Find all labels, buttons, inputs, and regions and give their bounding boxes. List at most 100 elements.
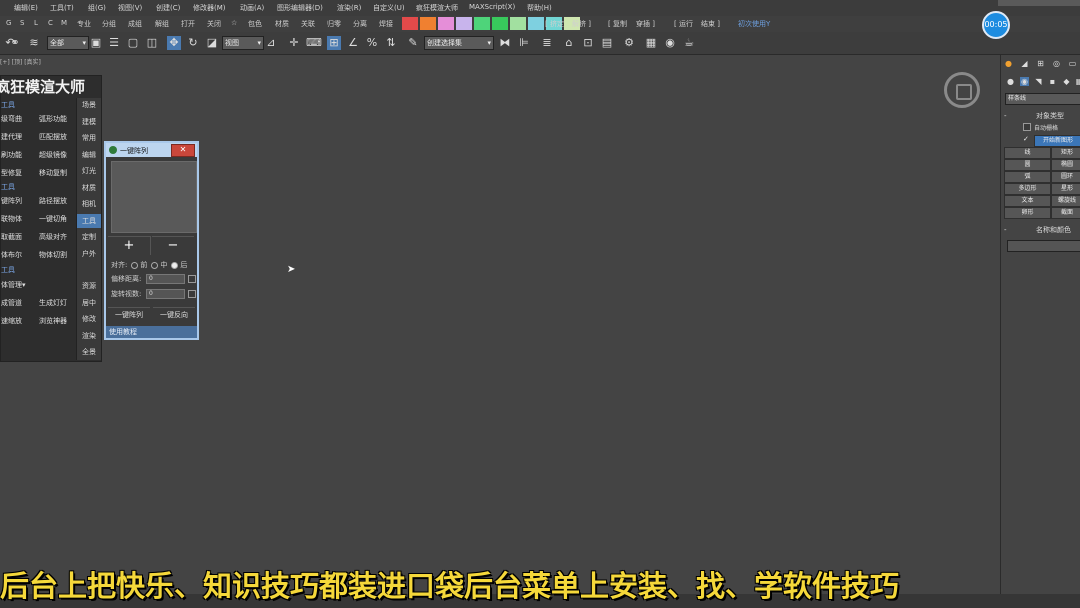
display-tab-icon[interactable]: ▭: [1068, 59, 1077, 68]
modify-tab-icon[interactable]: ◢: [1020, 59, 1029, 68]
plugin-btn-lights[interactable]: 生成灯灯: [39, 298, 67, 308]
percent-snap-icon[interactable]: %: [365, 36, 379, 50]
motion-tab-icon[interactable]: ◎: [1052, 59, 1061, 68]
tb-make-group[interactable]: 成组: [128, 19, 142, 29]
plugin-btn-slice[interactable]: 物体切割: [39, 250, 67, 260]
tb-link[interactable]: 关联: [301, 19, 315, 29]
tab-outdoor[interactable]: 户外: [77, 247, 101, 261]
tb-letter-g[interactable]: G: [6, 19, 11, 27]
tb-end[interactable]: 结束 ]: [701, 19, 720, 29]
shape-btn-text[interactable]: 文本: [1004, 195, 1051, 207]
menu-modifiers[interactable]: 修改器(M): [193, 3, 226, 13]
shape-btn-egg[interactable]: 卵形: [1004, 207, 1051, 219]
tab-scene[interactable]: 场景: [77, 98, 101, 112]
plugin-btn-proxy[interactable]: 建代理: [1, 132, 22, 142]
menu-edit[interactable]: 编辑(E): [14, 3, 38, 13]
color-swatch[interactable]: [438, 17, 454, 30]
color-swatch[interactable]: [474, 17, 490, 30]
tab-material[interactable]: 材质: [77, 181, 101, 195]
tab-render[interactable]: 渲染: [77, 329, 101, 343]
tb-weld[interactable]: 焊接: [379, 19, 393, 29]
geometry-icon[interactable]: ●: [1006, 77, 1015, 86]
plugin-btn-link[interactable]: 联物体: [1, 214, 22, 224]
shape-btn-circle[interactable]: 圆: [1004, 159, 1051, 171]
plugin-btn-array[interactable]: 键阵列: [1, 196, 22, 206]
menu-group[interactable]: 组(G): [88, 3, 106, 13]
shapes-icon[interactable]: ◉: [1020, 77, 1029, 86]
angle-snap-icon[interactable]: ∠: [346, 36, 360, 50]
helpers-icon[interactable]: ◆: [1062, 77, 1071, 86]
close-button[interactable]: ✕: [171, 144, 195, 157]
shape-btn-arc[interactable]: 弧: [1004, 171, 1051, 183]
tab-lights[interactable]: 灯光: [77, 164, 101, 178]
align-front-radio[interactable]: [131, 261, 139, 269]
tb-letter-m[interactable]: M: [61, 19, 67, 27]
tab-modeling[interactable]: 建模: [77, 115, 101, 129]
tb-open[interactable]: 打开: [181, 19, 195, 29]
array-list-box[interactable]: [111, 161, 197, 233]
tb-ungroup[interactable]: 解组: [155, 19, 169, 29]
align-icon[interactable]: ⊫: [517, 36, 531, 50]
tb-material[interactable]: 材质: [275, 19, 289, 29]
plugin-btn-move-copy[interactable]: 移动复制: [39, 168, 67, 178]
tb-interlace[interactable]: 穿插 ]: [636, 19, 655, 29]
lights-icon[interactable]: ◥: [1034, 77, 1043, 86]
start-new-shape-button[interactable]: 开始新图形: [1034, 135, 1080, 147]
manipulate-icon[interactable]: ✛: [287, 36, 301, 50]
plugin-btn-path[interactable]: 路径摆放: [39, 196, 67, 206]
color-swatch[interactable]: [528, 17, 544, 30]
dialog-titlebar[interactable]: 一键阵列 ✕: [106, 143, 197, 157]
spacewarps-icon[interactable]: ▦: [1075, 77, 1080, 86]
plugin-btn-manager[interactable]: 体管理▾: [1, 280, 26, 290]
shape-btn-ngon[interactable]: 多边形: [1004, 183, 1051, 195]
render-setup-icon[interactable]: ⚙: [622, 36, 636, 50]
pivot-icon[interactable]: ⊿: [264, 36, 278, 50]
rect-selection-icon[interactable]: ▢: [126, 36, 140, 50]
tb-pro[interactable]: 专业: [77, 19, 91, 29]
tb-first-use[interactable]: 初次使用Y: [738, 19, 770, 29]
shape-btn-section[interactable]: 截面: [1051, 207, 1080, 219]
plugin-btn-align[interactable]: 高级对齐: [39, 232, 67, 242]
hierarchy-tab-icon[interactable]: ⊞: [1036, 59, 1045, 68]
menu-create[interactable]: 创建(C): [156, 3, 180, 13]
start-new-shape-check[interactable]: ✓: [1023, 135, 1029, 143]
tab-modify[interactable]: 修改: [77, 312, 101, 326]
keyboard-shortcut-icon[interactable]: ⌨: [306, 36, 322, 50]
schematic-view-icon[interactable]: ⊡: [581, 36, 595, 50]
align-middle-radio[interactable]: [151, 261, 159, 269]
color-swatch[interactable]: [402, 17, 418, 30]
tb-close[interactable]: 关闭: [207, 19, 221, 29]
plugin-btn-chamfer[interactable]: 一键切角: [39, 214, 67, 224]
shape-category-dropdown[interactable]: 样条线: [1005, 93, 1080, 105]
plugin-btn-bend[interactable]: 级弯曲: [1, 114, 22, 124]
tb-reset[interactable]: 归零: [327, 19, 341, 29]
tb-letter-l[interactable]: L: [34, 19, 38, 27]
tb-detach[interactable]: 分离: [353, 19, 367, 29]
plugin-btn-match[interactable]: 匹配摆放: [39, 132, 67, 142]
name-color-rollout[interactable]: - 名称和颜色: [1004, 225, 1080, 235]
mirror-icon[interactable]: ⧓: [498, 36, 512, 50]
offset-checkbox[interactable]: [188, 275, 196, 283]
tb-color[interactable]: 包色: [248, 19, 262, 29]
shape-btn-donut[interactable]: 圆环: [1051, 171, 1080, 183]
menu-plugin[interactable]: 疯狂模渲大师: [416, 3, 458, 13]
tab-panorama[interactable]: 全景: [77, 345, 101, 359]
teapot-icon[interactable]: ☕: [682, 36, 696, 50]
named-selection-dropdown[interactable]: 创建选择集: [424, 36, 494, 50]
tb-copy[interactable]: [ 复制: [608, 19, 627, 29]
tutorial-link[interactable]: 使用教程: [106, 326, 197, 338]
cameras-icon[interactable]: ▪: [1048, 77, 1057, 86]
tab-tools[interactable]: 工具: [77, 214, 101, 228]
tb-letter-s[interactable]: S: [20, 19, 24, 27]
plugin-btn-browser[interactable]: 浏览神器: [39, 316, 67, 326]
menu-graph-editors[interactable]: 图形编辑器(D): [277, 3, 323, 13]
unlink-icon[interactable]: ≋: [27, 36, 41, 50]
object-name-field[interactable]: [1007, 240, 1080, 252]
tab-custom[interactable]: 定制: [77, 230, 101, 244]
plugin-btn-brush[interactable]: 刷功能: [1, 150, 22, 160]
viewport-label[interactable]: [+] [顶] [真实]: [0, 57, 41, 66]
menu-tools[interactable]: 工具(T): [50, 3, 74, 13]
scale-icon[interactable]: ◪: [205, 36, 219, 50]
render-frame-icon[interactable]: ▦: [644, 36, 658, 50]
plugin-btn-repair[interactable]: 型修复: [1, 168, 22, 178]
